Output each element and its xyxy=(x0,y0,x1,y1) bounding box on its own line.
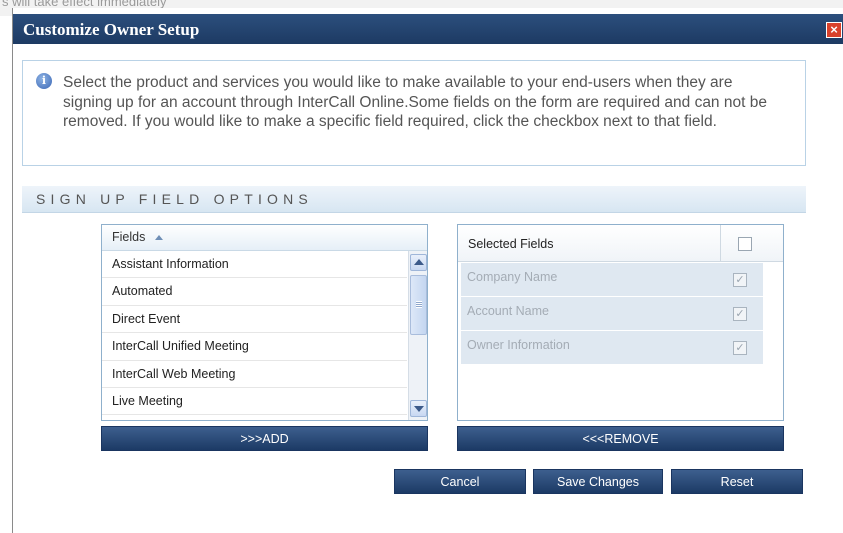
arrow-down-icon xyxy=(414,406,424,412)
selected-field-row[interactable]: Account Name ✓ xyxy=(461,297,763,331)
scroll-thumb[interactable] xyxy=(410,275,427,335)
selected-fields-panel: Selected Fields Company Name ✓ Account N… xyxy=(457,224,784,421)
info-text: Select the product and services you woul… xyxy=(63,74,767,130)
save-changes-button[interactable]: Save Changes xyxy=(533,469,663,494)
sort-ascending-icon xyxy=(155,235,163,240)
scroll-up-button[interactable] xyxy=(410,254,427,271)
dialog-title-bar: Customize Owner Setup × xyxy=(13,14,843,44)
selected-field-label: Account Name xyxy=(467,304,549,318)
selected-field-label: Company Name xyxy=(467,270,558,284)
info-box: i Select the product and services you wo… xyxy=(22,60,806,166)
field-list: Assistant Information Automated Direct E… xyxy=(102,251,407,416)
fields-scrollbar[interactable] xyxy=(408,251,427,420)
remove-button[interactable]: <<<REMOVE xyxy=(457,426,784,451)
section-header: SIGN UP FIELD OPTIONS xyxy=(22,186,806,213)
selected-fields-header: Selected Fields xyxy=(458,225,783,262)
add-button[interactable]: >>>ADD xyxy=(101,426,428,451)
close-x-icon[interactable]: × xyxy=(826,22,842,38)
arrow-up-icon xyxy=(414,259,424,265)
selected-field-row[interactable]: Owner Information ✓ xyxy=(461,331,763,365)
reset-button[interactable]: Reset xyxy=(671,469,803,494)
dialog-title: Customize Owner Setup xyxy=(23,20,200,39)
list-item[interactable]: Live Meeting xyxy=(102,388,407,416)
cancel-button[interactable]: Cancel xyxy=(394,469,526,494)
section-title: SIGN UP FIELD OPTIONS xyxy=(36,191,313,207)
selected-field-row[interactable]: Company Name ✓ xyxy=(461,263,763,297)
fields-header-label: Fields xyxy=(112,230,146,244)
fields-list-panel: Fields Assistant Information Automated D… xyxy=(101,224,428,421)
fields-column-header[interactable]: Fields xyxy=(102,225,427,251)
select-all-checkbox[interactable] xyxy=(738,237,752,251)
header-divider xyxy=(720,225,721,261)
list-item[interactable]: Direct Event xyxy=(102,306,407,334)
info-icon: i xyxy=(36,73,52,89)
selected-fields-label: Selected Fields xyxy=(468,237,554,251)
list-item[interactable]: InterCall Unified Meeting xyxy=(102,333,407,361)
required-checkbox[interactable]: ✓ xyxy=(733,341,747,355)
selected-field-label: Owner Information xyxy=(467,338,570,352)
selected-fields-list: Company Name ✓ Account Name ✓ Owner Info… xyxy=(461,263,763,365)
scroll-down-button[interactable] xyxy=(410,400,427,417)
required-checkbox[interactable]: ✓ xyxy=(733,273,747,287)
required-checkbox[interactable]: ✓ xyxy=(733,307,747,321)
list-item[interactable]: Automated xyxy=(102,278,407,306)
list-item[interactable]: InterCall Web Meeting xyxy=(102,361,407,388)
customize-owner-dialog: Customize Owner Setup × i Select the pro… xyxy=(12,8,843,533)
list-item[interactable]: Assistant Information xyxy=(102,251,407,279)
